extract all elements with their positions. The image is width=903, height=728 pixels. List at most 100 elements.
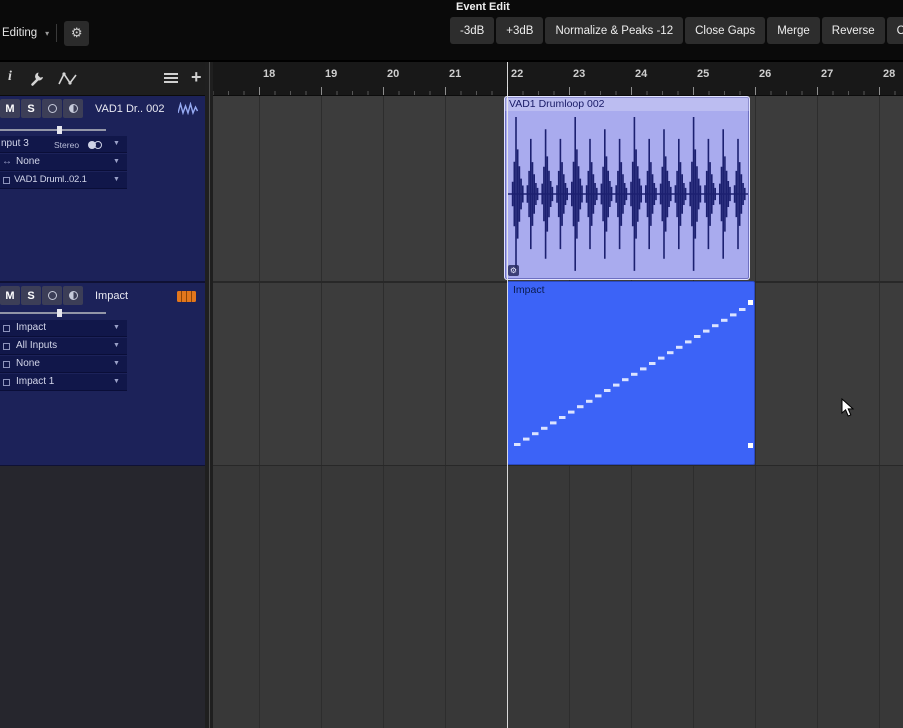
routing-icon — [3, 379, 10, 386]
merge-button[interactable]: Merge — [767, 17, 820, 44]
ruler-bar-label: 28 — [883, 68, 895, 80]
volume-slider[interactable] — [0, 312, 106, 314]
gear-button[interactable]: ⚙ — [64, 21, 89, 46]
editing-mode-group: Editing ▾ ⚙ — [0, 20, 89, 46]
dropdown-arrow-icon[interactable]: ▼ — [113, 342, 120, 349]
editing-mode-dropdown[interactable]: Editing — [0, 27, 37, 39]
gear-icon: ⚙ — [71, 25, 83, 41]
clip-trim-handle[interactable] — [748, 443, 753, 448]
routing-label: Impact — [16, 322, 46, 333]
event-edit-toolbar: -3dB +3dB Normalize & Peaks -12 Close Ga… — [450, 17, 903, 44]
midi-output-row[interactable]: None ▼ — [0, 356, 127, 373]
track-name[interactable]: VAD1 Dr.. 002 — [95, 103, 165, 115]
mouse-cursor — [841, 398, 855, 418]
arrange-empty-area[interactable] — [213, 466, 903, 728]
ruler-bar-label: 19 — [325, 68, 337, 80]
volume-slider-handle[interactable] — [57, 126, 62, 134]
solo-button[interactable]: S — [21, 286, 41, 305]
ruler-bar-label: 20 — [387, 68, 399, 80]
preset-icon — [3, 177, 10, 184]
close-gaps-button[interactable]: Close Gaps — [685, 17, 765, 44]
record-icon — [48, 291, 57, 300]
track-list-menu-icon[interactable] — [164, 73, 178, 85]
routing-label: All Inputs — [16, 340, 57, 351]
dropdown-arrow-icon[interactable]: ▼ — [113, 176, 120, 183]
preset-label: VAD1 Druml..02.1 — [14, 174, 87, 185]
track-name[interactable]: Impact — [95, 290, 128, 302]
track-header-instrument[interactable]: M S Impact Impact ▼ All Inputs ▼ None ▼ … — [0, 283, 205, 465]
wrench-tool-icon[interactable] — [29, 70, 46, 87]
plus-3db-button[interactable]: +3dB — [496, 17, 543, 44]
io-arrows-icon: ↔ — [2, 156, 12, 167]
routing-label: Impact 1 — [16, 376, 54, 387]
clip-title: VAD1 Drumloop 002 — [509, 98, 605, 110]
ruler-bar-label: 26 — [759, 68, 771, 80]
volume-slider[interactable] — [0, 129, 106, 131]
routing-icon — [3, 343, 10, 350]
audio-event[interactable]: VAD1 Drumloop 002 ⚙ — [504, 96, 750, 280]
solo-button[interactable]: S — [21, 99, 41, 118]
instrument-track-icon — [177, 291, 196, 302]
timeline-ruler[interactable]: 18 19 20 21 22 23 24 25 26 27 28 — [213, 62, 903, 96]
track-header-audio[interactable]: M S VAD1 Dr.. 002 nput 3 Stereo ▼ ↔ None… — [0, 96, 205, 281]
ruler-bar-label: 18 — [263, 68, 275, 80]
gear-icon: ⚙ — [510, 267, 517, 275]
output-routing-row[interactable]: Impact ▼ — [0, 320, 127, 337]
page-title: Event Edit — [456, 1, 510, 13]
record-arm-button[interactable] — [42, 99, 62, 118]
title-bar: Event Edit — [0, 0, 903, 15]
mute-button[interactable]: M — [0, 286, 20, 305]
info-icon[interactable]: i — [8, 69, 12, 85]
input-routing-row[interactable]: nput 3 Stereo ▼ — [0, 136, 127, 153]
add-track-icon[interactable]: + — [191, 67, 202, 88]
arrange-area: VAD1 Drumloop 002 ⚙ Impact — [213, 96, 903, 728]
record-icon — [48, 104, 57, 113]
routing-icon — [3, 325, 10, 332]
playhead-cursor[interactable] — [507, 62, 508, 728]
volume-slider-handle[interactable] — [57, 309, 62, 317]
ruler-bar-label: 27 — [821, 68, 833, 80]
reverse-button[interactable]: Reverse — [822, 17, 885, 44]
instrument-row[interactable]: Impact 1 ▼ — [0, 374, 127, 391]
chevron-down-icon[interactable]: ▾ — [45, 29, 49, 38]
daw-window: Event Edit Editing ▾ ⚙ -3dB +3dB Normali… — [0, 0, 903, 728]
track-list-empty-area[interactable] — [0, 466, 205, 728]
automation-curve-icon[interactable] — [58, 71, 78, 87]
track-list-divider-line — [209, 62, 210, 728]
monitor-icon — [69, 291, 78, 300]
input-routing-row[interactable]: All Inputs ▼ — [0, 338, 127, 355]
ruler-bar-label: 23 — [573, 68, 585, 80]
minus-3db-button[interactable]: -3dB — [450, 17, 494, 44]
ruler-bar-label: 22 — [511, 68, 523, 80]
stereo-label: Stereo — [54, 140, 79, 150]
clip-trim-handle[interactable] — [748, 300, 753, 305]
monitor-button[interactable] — [63, 99, 83, 118]
ruler-bar-label: 25 — [697, 68, 709, 80]
routing-label: None — [16, 358, 40, 369]
midi-notes — [508, 282, 755, 465]
ruler-bar-label: 21 — [449, 68, 461, 80]
record-arm-button[interactable] — [42, 286, 62, 305]
cut-to-cursor-button[interactable]: Cut to Cursor — [887, 17, 903, 44]
dropdown-arrow-icon[interactable]: ▼ — [113, 140, 120, 147]
audio-track-icon — [178, 102, 198, 115]
dropdown-arrow-icon[interactable]: ▼ — [113, 158, 120, 165]
preset-row[interactable]: VAD1 Druml..02.1 ▼ — [0, 172, 127, 189]
audio-waveform — [508, 113, 748, 275]
input-routing-label: nput 3 — [1, 138, 29, 149]
dropdown-arrow-icon[interactable]: ▼ — [113, 378, 120, 385]
midi-event[interactable]: Impact — [507, 281, 755, 465]
divider — [56, 24, 57, 42]
clip-gear-badge[interactable]: ⚙ — [508, 265, 519, 276]
monitor-icon — [69, 104, 78, 113]
ruler-bar-label: 24 — [635, 68, 647, 80]
dropdown-arrow-icon[interactable]: ▼ — [113, 360, 120, 367]
output-routing-label: None — [16, 156, 40, 167]
dropdown-arrow-icon[interactable]: ▼ — [113, 324, 120, 331]
monitor-button[interactable] — [63, 286, 83, 305]
action-bar: Editing ▾ ⚙ -3dB +3dB Normalize & Peaks … — [0, 15, 903, 60]
stereo-icon[interactable] — [94, 141, 102, 149]
mute-button[interactable]: M — [0, 99, 20, 118]
output-routing-row[interactable]: ↔ None ▼ — [0, 154, 127, 171]
normalize-button[interactable]: Normalize & Peaks -12 — [545, 17, 683, 44]
